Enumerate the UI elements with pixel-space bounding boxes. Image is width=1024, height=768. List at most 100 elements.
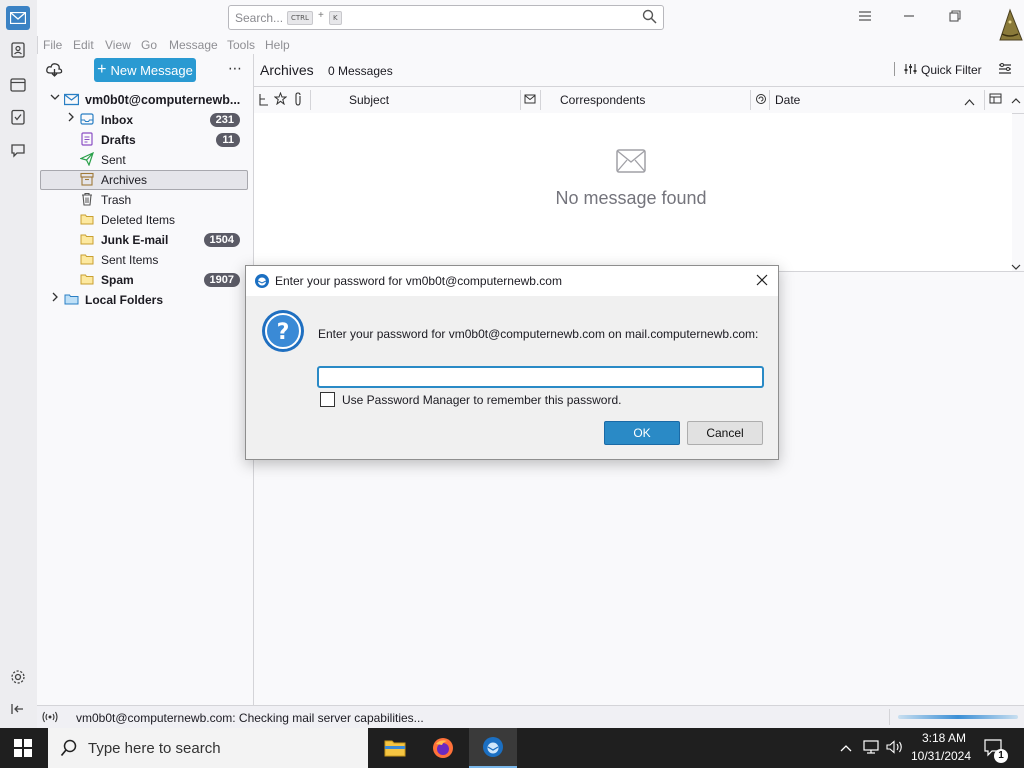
volume-icon[interactable] [886,740,904,757]
star-column-icon[interactable] [273,91,288,108]
folder-pane-more-button[interactable]: ⋯ [228,60,242,77]
folder-item-sent[interactable]: Sent [40,150,246,170]
show-hidden-icons-chevron-icon[interactable] [840,741,852,755]
attachment-column-icon[interactable] [293,92,303,109]
tasks-icon[interactable] [6,105,30,129]
global-search-input[interactable]: Search... CTRL + K [228,5,664,30]
taskbar-search-box[interactable]: Type here to search [48,728,368,768]
status-text: vm0b0t@computernewb.com: Checking mail s… [76,711,424,725]
folder-item-archives[interactable]: Archives [40,170,248,190]
folder-item-spam[interactable]: Spam 1907 [40,270,246,290]
unread-badge-spam: 1907 [203,273,240,287]
column-subject[interactable]: Subject [349,93,389,107]
folder-icon [80,232,94,246]
file-explorer-icon[interactable] [384,738,406,761]
menu-message[interactable]: Message [169,38,218,52]
folder-item-drafts[interactable]: Drafts 11 [40,130,246,150]
folder-item-trash[interactable]: Trash [40,190,246,210]
wizard-hat-icon [996,8,1024,44]
new-message-label: New Message [110,62,193,78]
folder-label-trash: Trash [101,193,132,207]
notification-count-badge: 1 [994,749,1008,763]
column-picker-icon[interactable] [989,92,1002,108]
get-messages-icon[interactable] [46,62,63,81]
ok-button[interactable]: OK [604,421,680,445]
local-folders-label: Local Folders [85,293,164,307]
folder-label-sent-items: Sent Items [101,253,159,267]
folder-item-inbox[interactable]: Inbox 231 [40,110,246,130]
quick-filter-label: Quick Filter [921,63,982,77]
spam-status-column-icon[interactable] [755,93,767,108]
folder-item-deleted-items[interactable]: Deleted Items [40,210,246,230]
folder-item-sent-items[interactable]: Sent Items [40,250,246,270]
chat-icon[interactable] [6,138,30,162]
menu-go[interactable]: Go [141,38,157,52]
restore-icon[interactable] [945,8,965,26]
cancel-button[interactable]: Cancel [687,421,763,445]
column-correspondents[interactable]: Correspondents [560,93,645,107]
status-bar: vm0b0t@computernewb.com: Checking mail s… [37,705,1024,729]
firefox-icon[interactable] [432,737,454,762]
collapse-spaces-icon[interactable] [6,697,30,721]
empty-list-message: No message found [555,188,707,208]
folder-label-archives: Archives [101,173,148,187]
question-icon: ? [261,309,305,356]
chevron-right-icon[interactable] [50,290,60,310]
menu-view[interactable]: View [105,38,131,52]
shortcut-key-ctrl: CTRL [287,11,313,25]
calendar-icon[interactable] [6,72,30,96]
thunderbird-taskbar-button[interactable] [469,728,517,768]
column-separator [540,90,541,110]
column-separator [520,90,521,110]
chevron-down-icon[interactable] [50,90,60,110]
local-folders-icon [64,292,79,306]
new-message-button[interactable]: + New Message [94,58,196,82]
search-icon[interactable] [642,9,657,27]
password-input[interactable] [317,366,764,388]
column-separator [310,90,311,110]
windows-start-icon[interactable] [14,739,32,760]
message-count: 0 Messages [328,64,393,78]
message-list[interactable]: No message found [254,113,1012,271]
minimize-icon[interactable] [899,8,919,26]
local-folders-row[interactable]: Local Folders [40,290,246,310]
plus-icon: + [97,61,107,78]
folder-icon [80,252,94,266]
column-date[interactable]: Date [775,93,800,107]
message-column-header: Subject Correspondents Date [254,86,1024,114]
scroll-up-icon[interactable] [1011,94,1021,108]
thread-column-icon[interactable] [258,93,270,110]
column-separator [750,90,751,110]
settings-gear-icon[interactable] [6,665,30,689]
remember-password-checkbox[interactable] [320,392,335,407]
close-icon[interactable] [756,274,768,289]
chevron-right-icon[interactable] [66,110,76,130]
menu-edit[interactable]: Edit [73,38,94,52]
shortcut-plus: + [318,10,324,21]
thunderbird-icon [482,736,504,761]
menu-tools[interactable]: Tools [227,38,255,52]
menu-file[interactable]: File [43,38,62,52]
list-display-options-icon[interactable] [998,62,1012,79]
trash-icon [80,192,94,206]
folder-label-deleted-items: Deleted Items [101,213,176,227]
clock-time[interactable]: 3:18 AM [912,731,976,745]
read-status-column-icon[interactable] [524,93,536,108]
dialog-title-bar: Enter your password for vm0b0t@computern… [246,266,778,296]
inbox-icon [80,112,94,126]
folder-item-junk-email[interactable]: Junk E-mail 1504 [40,230,246,250]
app-menu-icon[interactable] [855,8,875,26]
online-status-icon[interactable] [41,711,59,726]
folder-label-spam: Spam [101,273,134,287]
address-book-icon[interactable] [6,38,30,62]
remember-password-label: Use Password Manager to remember this pa… [342,393,622,407]
mail-icon[interactable] [6,6,30,30]
network-icon[interactable] [862,740,880,757]
thunderbird-icon [254,273,270,292]
quick-filter-button[interactable]: Quick Filter [904,62,982,78]
message-list-scrollbar[interactable] [1008,86,1024,272]
divider [894,62,895,76]
menu-help[interactable]: Help [265,38,290,52]
account-row[interactable]: vm0b0t@computernewb... [40,90,246,110]
clock-date[interactable]: 10/31/2024 [906,749,976,763]
